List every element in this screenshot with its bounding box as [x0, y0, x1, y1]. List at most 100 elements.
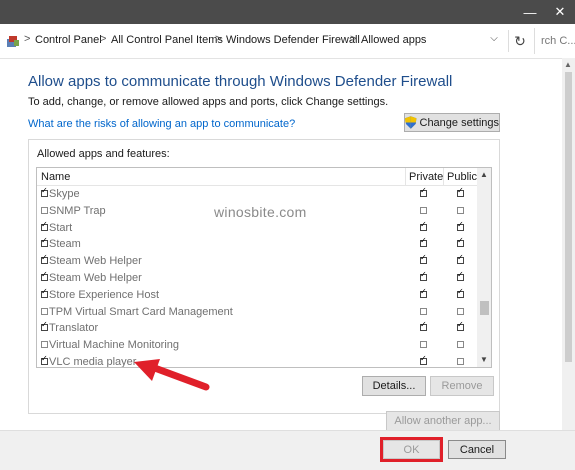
watermark: winosbite.com — [214, 204, 307, 220]
scroll-up-icon[interactable]: ▲ — [564, 60, 572, 69]
public-checkbox[interactable] — [457, 236, 464, 248]
column-divider — [443, 168, 444, 185]
column-private[interactable]: Private — [409, 171, 443, 183]
public-checkbox[interactable] — [457, 287, 464, 298]
private-checkbox[interactable] — [420, 287, 427, 298]
app-name: Steam Web Helper — [49, 272, 142, 284]
list-item[interactable]: Start — [37, 220, 477, 237]
app-name: TPM Virtual Smart Card Management — [49, 305, 233, 318]
private-checkbox[interactable] — [420, 307, 427, 315]
page-title: Allow apps to communicate through Window… — [28, 73, 453, 90]
search-input[interactable]: rch C... — [534, 28, 575, 54]
app-name: Skype — [49, 188, 80, 200]
private-checkbox[interactable] — [420, 236, 427, 248]
private-checkbox[interactable] — [420, 186, 427, 197]
app-name: Start — [49, 221, 73, 234]
control-panel-icon — [7, 36, 19, 47]
public-checkbox[interactable] — [457, 206, 464, 214]
breadcrumb-control-panel[interactable]: Control Panel — [35, 34, 102, 46]
breadcrumb-separator: > — [24, 33, 31, 45]
app-name: Translator — [49, 322, 99, 335]
history-dropdown[interactable]: ⌵ — [485, 33, 503, 49]
breadcrumb-separator: > — [215, 33, 222, 45]
app-enabled-checkbox[interactable] — [41, 220, 48, 231]
list-item[interactable]: Skype — [37, 186, 477, 203]
cancel-button[interactable]: Cancel — [448, 440, 506, 459]
app-name: Store Experience Host — [49, 288, 160, 301]
breadcrumb-allowed-apps[interactable]: Allowed apps — [361, 34, 426, 46]
breadcrumb-all-items[interactable]: All Control Panel Items — [111, 34, 223, 46]
shield-icon — [405, 116, 417, 129]
list-item[interactable]: Steam Web Helper — [37, 253, 477, 270]
column-name[interactable]: Name — [41, 171, 70, 183]
app-enabled-checkbox[interactable] — [41, 270, 48, 281]
app-name: Virtual Machine Monitoring — [49, 339, 180, 352]
list-item[interactable]: Steam — [37, 236, 477, 253]
red-arrow-icon — [134, 359, 210, 391]
private-checkbox[interactable] — [420, 206, 427, 214]
private-checkbox[interactable] — [420, 253, 427, 265]
app-enabled-checkbox[interactable] — [41, 186, 48, 197]
change-settings-label: Change settings — [419, 116, 500, 129]
public-checkbox[interactable] — [457, 270, 464, 281]
app-name: SNMP Trap — [49, 204, 106, 217]
list-header: Name Private Public — [37, 168, 477, 186]
details-button[interactable]: Details... — [362, 376, 426, 396]
public-checkbox[interactable] — [457, 220, 464, 231]
app-enabled-checkbox[interactable] — [41, 236, 48, 248]
group-title: Allowed apps and features: — [37, 148, 170, 160]
breadcrumb-firewall[interactable]: Windows Defender Firewall — [226, 34, 360, 46]
list-item[interactable]: VLC media player — [37, 354, 477, 368]
public-checkbox[interactable] — [457, 253, 464, 265]
private-checkbox[interactable] — [420, 220, 427, 231]
allowed-apps-list[interactable]: Name Private Public Skype SNMP Trap Start S… — [36, 167, 492, 368]
close-icon: ✕ — [554, 4, 566, 19]
scroll-up-icon[interactable]: ▲ — [480, 170, 488, 179]
remove-button[interactable]: Remove — [430, 376, 494, 396]
page-scrollbar[interactable]: ▲ — [562, 58, 575, 430]
app-enabled-checkbox[interactable] — [41, 354, 48, 365]
list-item[interactable]: TPM Virtual Smart Card Management — [37, 304, 477, 321]
private-checkbox[interactable] — [420, 341, 427, 349]
app-name: Steam — [49, 238, 81, 251]
chevron-down-icon: ⌵ — [490, 33, 498, 44]
app-enabled-checkbox[interactable] — [41, 307, 48, 315]
address-bar: > Control Panel > All Control Panel Item… — [0, 24, 575, 59]
minimize-icon: — — [523, 4, 537, 20]
change-settings-button[interactable]: Change settings — [404, 113, 500, 132]
list-item[interactable]: Steam Web Helper — [37, 270, 477, 287]
allow-another-app-button[interactable]: Allow another app... — [386, 411, 500, 431]
app-enabled-checkbox[interactable] — [41, 253, 48, 265]
app-enabled-checkbox[interactable] — [41, 341, 48, 349]
list-item[interactable]: Store Experience Host — [37, 287, 477, 304]
breadcrumb-separator: > — [350, 33, 357, 45]
close-button[interactable]: ✕ — [545, 0, 575, 24]
page-scroll-thumb[interactable] — [565, 72, 572, 362]
minimize-button[interactable]: — — [515, 0, 545, 24]
public-checkbox[interactable] — [457, 320, 464, 332]
private-checkbox[interactable] — [420, 270, 427, 281]
column-public[interactable]: Public — [447, 171, 477, 183]
public-checkbox[interactable] — [457, 341, 464, 349]
risks-link[interactable]: What are the risks of allowing an app to… — [28, 118, 295, 130]
private-checkbox[interactable] — [420, 354, 427, 365]
app-enabled-checkbox[interactable] — [41, 206, 48, 214]
page-description: To add, change, or remove allowed apps a… — [28, 96, 389, 108]
list-scrollbar[interactable]: ▲ ▼ — [477, 168, 491, 367]
scroll-down-icon[interactable]: ▼ — [480, 355, 488, 364]
refresh-button[interactable]: ↻ — [508, 30, 531, 52]
public-checkbox[interactable] — [457, 307, 464, 315]
breadcrumb-separator: > — [100, 33, 107, 45]
public-checkbox[interactable] — [457, 186, 464, 197]
list-item[interactable]: Translator — [37, 320, 477, 337]
app-enabled-checkbox[interactable] — [41, 287, 48, 298]
app-name: VLC media player — [49, 356, 137, 368]
list-item[interactable]: Virtual Machine Monitoring — [37, 337, 477, 354]
window-titlebar: — ✕ — [0, 0, 575, 24]
app-enabled-checkbox[interactable] — [41, 320, 48, 332]
refresh-icon: ↻ — [514, 32, 526, 49]
list-scroll-thumb[interactable] — [480, 301, 489, 315]
private-checkbox[interactable] — [420, 320, 427, 332]
ok-highlight-box — [380, 437, 443, 462]
public-checkbox[interactable] — [457, 358, 464, 365]
